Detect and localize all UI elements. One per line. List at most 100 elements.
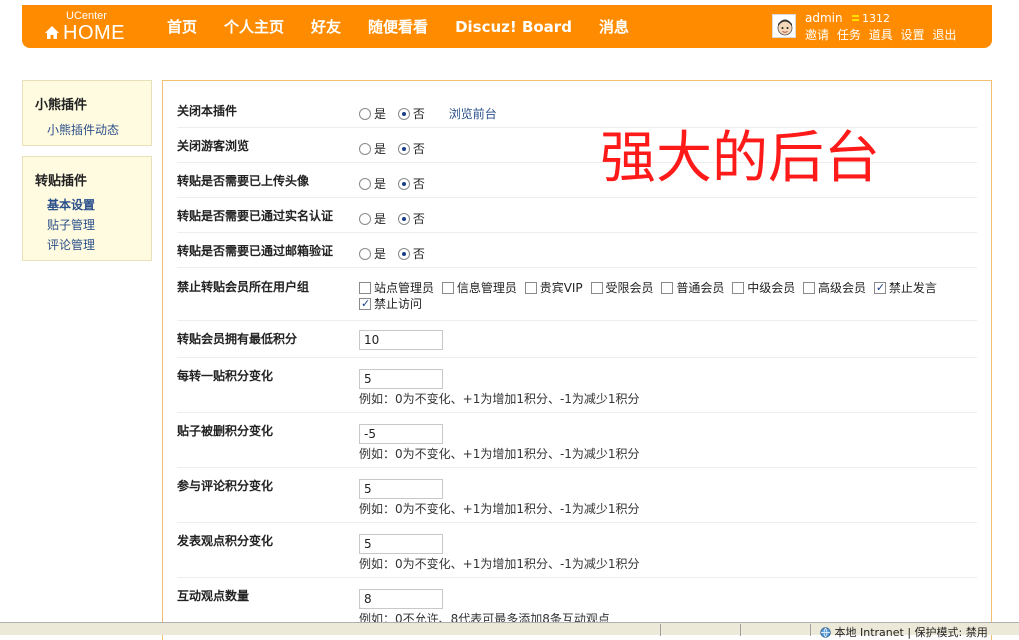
sidebar-title-bear-plugin: 小熊插件 bbox=[35, 98, 88, 113]
group-name: 贵宾VIP bbox=[539, 281, 583, 295]
nav-discuz-board[interactable]: Discuz! Board bbox=[455, 18, 572, 36]
checkbox-checked[interactable] bbox=[873, 280, 886, 296]
radio-yes-circle[interactable] bbox=[359, 248, 371, 260]
score-input[interactable] bbox=[359, 369, 443, 389]
sidebar-box-bear-plugin: 小熊插件 小熊插件动态 bbox=[22, 80, 152, 146]
sidebar-item-basic-settings[interactable]: 基本设置 bbox=[47, 196, 95, 213]
radio-yes[interactable]: 是 bbox=[359, 142, 386, 156]
interact-count-input[interactable] bbox=[359, 589, 443, 609]
setting-label: 转贴是否需要已上传头像 bbox=[177, 174, 310, 188]
radio-yes-circle[interactable] bbox=[359, 213, 371, 225]
radio-no-circle[interactable] bbox=[397, 108, 410, 120]
radio-no[interactable]: 否 bbox=[397, 212, 425, 226]
globe-icon bbox=[820, 626, 835, 639]
checkbox[interactable] bbox=[359, 282, 371, 294]
group-name: 普通会员 bbox=[676, 281, 725, 295]
checkbox[interactable] bbox=[661, 282, 674, 294]
radio-yes-label: 是 bbox=[374, 212, 387, 226]
group-checkbox[interactable]: 中级会员 bbox=[732, 281, 795, 295]
checkbox[interactable] bbox=[803, 282, 816, 294]
status-divider bbox=[810, 624, 811, 636]
link-settings[interactable]: 设置 bbox=[901, 28, 925, 42]
sidebar-item-bear-news[interactable]: 小熊插件动态 bbox=[47, 121, 119, 138]
status-zone[interactable]: 本地 Intranet | 保护模式: 禁用 bbox=[820, 624, 988, 640]
group-checkbox[interactable]: 信息管理员 bbox=[441, 281, 517, 295]
nav-messages[interactable]: 消息 bbox=[599, 16, 629, 37]
radio-no-label: 否 bbox=[412, 247, 425, 261]
score-input[interactable] bbox=[359, 534, 443, 554]
setting-label: 禁止转贴会员所在用户组 bbox=[177, 280, 310, 294]
score-hint: 例如：0为不变化、+1为增加1积分、-1为减少1积分 bbox=[359, 447, 640, 461]
radio-yes[interactable]: 是 bbox=[359, 177, 386, 191]
group-checkbox[interactable]: 受限会员 bbox=[590, 281, 654, 295]
group-checkbox[interactable]: 禁止访问 bbox=[359, 296, 423, 312]
setting-label: 关闭本插件 bbox=[177, 104, 238, 118]
radio-no[interactable]: 否 bbox=[397, 247, 425, 261]
link-tasks[interactable]: 任务 bbox=[837, 28, 861, 42]
radio-group: 是 否 bbox=[359, 140, 433, 157]
avatar[interactable] bbox=[772, 14, 796, 38]
min-points-input[interactable] bbox=[359, 330, 443, 350]
radio-yes-circle[interactable] bbox=[359, 178, 371, 190]
radio-yes[interactable]: 是 bbox=[359, 212, 386, 226]
score-hint: 例如：0为不变化、+1为增加1积分、-1为减少1积分 bbox=[359, 502, 640, 516]
score-input[interactable] bbox=[359, 424, 443, 444]
radio-no[interactable]: 否 bbox=[397, 142, 425, 156]
radio-no-circle[interactable] bbox=[397, 143, 410, 155]
checkbox-checked[interactable] bbox=[359, 296, 371, 312]
radio-no-circle[interactable] bbox=[397, 213, 410, 225]
setting-label: 贴子被删积分变化 bbox=[177, 424, 274, 438]
setting-label: 每转一贴积分变化 bbox=[177, 369, 274, 383]
nav-explore[interactable]: 随便看看 bbox=[368, 16, 428, 37]
nav-friends[interactable]: 好友 bbox=[311, 16, 341, 37]
nav-home[interactable]: 首页 bbox=[167, 16, 197, 37]
radio-no-circle[interactable] bbox=[397, 178, 410, 190]
radio-yes[interactable]: 是 bbox=[359, 107, 386, 121]
radio-no-label: 否 bbox=[412, 177, 425, 191]
status-divider bbox=[660, 624, 661, 636]
group-name: 中级会员 bbox=[747, 281, 796, 295]
group-checkbox[interactable]: 普通会员 bbox=[661, 281, 724, 295]
setting-row: 转贴是否需要已通过实名认证 是 否 bbox=[177, 198, 977, 233]
checkbox[interactable] bbox=[441, 282, 454, 294]
link-props[interactable]: 道具 bbox=[869, 28, 893, 42]
group-checkbox[interactable]: 禁止发言 bbox=[873, 280, 937, 296]
link-invite[interactable]: 邀请 bbox=[805, 28, 829, 42]
radio-yes-label: 是 bbox=[374, 177, 387, 191]
score-input[interactable] bbox=[359, 479, 443, 499]
group-checkbox[interactable]: 站点管理员 bbox=[359, 281, 434, 295]
group-checkbox[interactable]: 贵宾VIP bbox=[524, 281, 583, 295]
radio-yes-circle[interactable] bbox=[359, 143, 371, 155]
checkbox[interactable] bbox=[590, 282, 603, 294]
sidebar-item-comment-manage[interactable]: 评论管理 bbox=[47, 236, 95, 253]
logo-big-text: HOME bbox=[44, 22, 125, 45]
score-hint: 例如：0为不变化、+1为增加1积分、-1为减少1积分 bbox=[359, 557, 640, 571]
overlay-caption: 强大的后台 bbox=[600, 126, 880, 191]
radio-no-circle[interactable] bbox=[397, 248, 410, 260]
setting-label: 转贴会员拥有最低积分 bbox=[177, 332, 298, 346]
sidebar-title-repost-plugin: 转贴插件 bbox=[35, 174, 88, 189]
radio-yes-label: 是 bbox=[374, 107, 387, 121]
status-zone-label: 本地 Intranet | 保护模式: 禁用 bbox=[834, 626, 988, 639]
radio-yes-label: 是 bbox=[374, 247, 387, 261]
radio-no[interactable]: 否 bbox=[397, 107, 425, 121]
group-name: 禁止访问 bbox=[374, 297, 423, 311]
setting-row-min-points: 转贴会员拥有最低积分 bbox=[177, 321, 977, 358]
group-name: 禁止发言 bbox=[888, 281, 937, 295]
group-checkbox[interactable]: 高级会员 bbox=[803, 281, 866, 295]
group-name: 信息管理员 bbox=[456, 281, 517, 295]
link-logout[interactable]: 退出 bbox=[932, 28, 956, 42]
checkbox[interactable] bbox=[524, 282, 537, 294]
setting-row-score: 每转一贴积分变化 例如：0为不变化、+1为增加1积分、-1为减少1积分 bbox=[177, 358, 977, 413]
radio-yes[interactable]: 是 bbox=[359, 247, 386, 261]
sidebar-item-post-manage[interactable]: 贴子管理 bbox=[47, 216, 95, 233]
username[interactable]: admin bbox=[805, 11, 843, 25]
setting-row-user-groups: 禁止转贴会员所在用户组 站点管理员 信息管理员 贵宾VIP 受限会员 普通会员 … bbox=[177, 268, 977, 321]
nav-profile[interactable]: 个人主页 bbox=[224, 16, 284, 37]
radio-no-label: 否 bbox=[412, 142, 425, 156]
radio-group: 是 否 浏览前台 bbox=[359, 105, 497, 122]
preview-frontend-link[interactable]: 浏览前台 bbox=[449, 107, 497, 121]
radio-no[interactable]: 否 bbox=[397, 177, 425, 191]
checkbox[interactable] bbox=[732, 282, 745, 294]
radio-yes-circle[interactable] bbox=[359, 108, 371, 120]
